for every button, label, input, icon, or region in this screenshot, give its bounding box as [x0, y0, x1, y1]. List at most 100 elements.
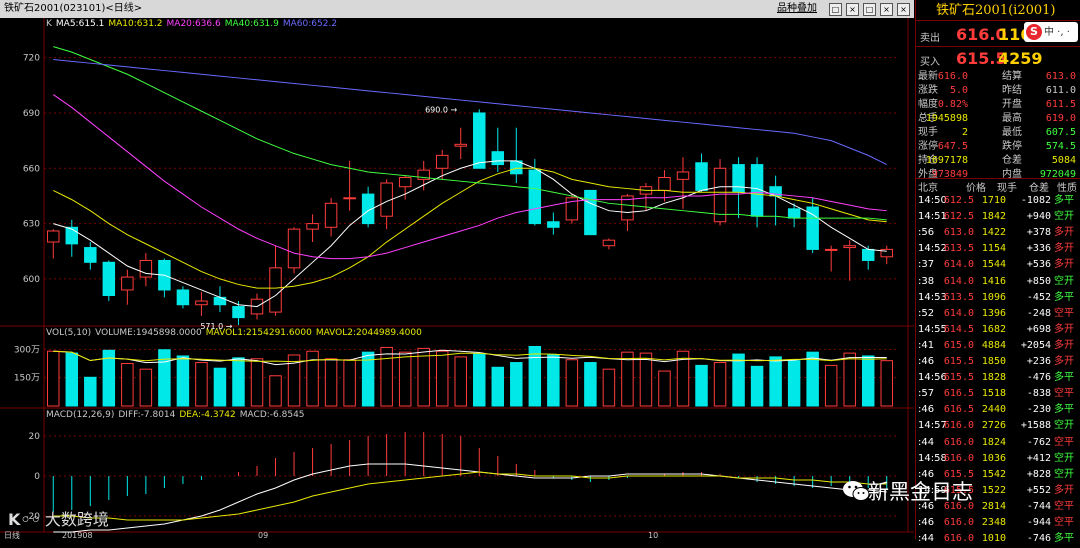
- candle-body[interactable]: [398, 177, 412, 188]
- date-tick-label: 10: [648, 531, 658, 539]
- tick-time: :41: [918, 339, 935, 351]
- candle-body[interactable]: [343, 197, 356, 200]
- volume-bar: [621, 351, 634, 407]
- stat-label: 仓差: [1002, 155, 1022, 166]
- volume-bar: [417, 347, 430, 407]
- watermark-left-logo-icon: K◦◦: [8, 510, 41, 529]
- tick-header-price: 价格: [966, 183, 986, 194]
- tick-row: :56 613.0 1422 +378 多开: [916, 225, 1080, 242]
- tick-volume: 1010: [981, 533, 1006, 545]
- candle-body[interactable]: [861, 248, 875, 261]
- candle-body[interactable]: [806, 206, 819, 250]
- tick-oi-change: +828: [1026, 468, 1051, 480]
- stat-value: 1945898: [925, 113, 968, 124]
- stat-label: 现手: [918, 127, 938, 138]
- tick-nature: 多平: [1054, 195, 1074, 206]
- tick-price: 612.5: [943, 195, 974, 206]
- candle-body[interactable]: [102, 261, 116, 296]
- volume-tick-label: 300万: [14, 345, 40, 355]
- candle-body[interactable]: [454, 143, 467, 147]
- tick-price: 612.5: [943, 211, 974, 223]
- candle-body[interactable]: [324, 202, 338, 228]
- tick-oi-change: +536: [1026, 259, 1051, 271]
- volume-bar: [454, 356, 467, 407]
- tick-oi-change: -762: [1026, 436, 1051, 448]
- candle-body[interactable]: [676, 171, 690, 180]
- tick-time: 14:51: [918, 211, 947, 223]
- bid-label: 买入: [920, 57, 940, 68]
- tick-row: 14:53 613.5 1096 -452 多平: [916, 290, 1080, 307]
- tick-oi-change: +850: [1026, 275, 1051, 287]
- volume-bar: [435, 350, 449, 407]
- watermark-left-text: 大数跨境: [44, 510, 109, 529]
- tick-price: 613.5: [943, 291, 974, 303]
- candle-body[interactable]: [528, 169, 542, 225]
- stat-label: 最高: [1002, 113, 1022, 124]
- candle-body[interactable]: [787, 208, 801, 219]
- stat-value: 611.5: [1045, 99, 1076, 110]
- candle-body[interactable]: [602, 239, 616, 247]
- candle-body[interactable]: [435, 154, 449, 169]
- tick-oi-change: +552: [1026, 484, 1051, 496]
- volume-bar: [84, 376, 97, 407]
- candle-body[interactable]: [584, 189, 597, 236]
- candle-body[interactable]: [732, 164, 745, 193]
- stat-value: 574.5: [1045, 141, 1076, 152]
- candle-body[interactable]: [547, 221, 560, 228]
- tick-price: 613.0: [943, 227, 974, 239]
- tick-price: 614.5: [943, 323, 974, 335]
- candle-body[interactable]: [121, 276, 134, 291]
- tick-oi-change: -744: [1026, 500, 1051, 512]
- tick-time: :56: [918, 227, 935, 239]
- candle-body[interactable]: [843, 245, 856, 249]
- candle-body[interactable]: [491, 151, 505, 166]
- chart-area[interactable]: 铁矿石2001(023101)<日线> 品种叠加 □ × □ × × K MA5:…: [0, 0, 914, 539]
- tick-oi-change: +940: [1026, 211, 1051, 223]
- tick-volume: 1542: [981, 468, 1006, 480]
- volume-bar: [250, 358, 264, 407]
- tick-time: :46: [918, 356, 935, 367]
- tick-row: :44 616.0 1824 -762 空平: [916, 435, 1080, 452]
- candle-body[interactable]: [473, 112, 486, 169]
- tick-price: 616.0: [943, 420, 974, 432]
- volume-bar: [824, 364, 838, 407]
- candle-body[interactable]: [269, 267, 282, 313]
- candle-body[interactable]: [824, 248, 838, 251]
- tick-nature: 多开: [1054, 323, 1074, 335]
- tick-oi-change: -838: [1026, 388, 1051, 400]
- tick-row: 14:57 616.0 2726 +1588 空开: [916, 418, 1080, 435]
- candle-body[interactable]: [695, 162, 708, 191]
- candle-body[interactable]: [658, 177, 671, 191]
- ime-badge[interactable]: S中 ·, ·: [1024, 22, 1078, 42]
- volume-bar: [732, 353, 745, 407]
- candle-body[interactable]: [65, 226, 79, 245]
- tick-volume: 1842: [981, 211, 1006, 223]
- tick-row: 14:52 613.5 1154 +336 多开: [916, 241, 1080, 258]
- tick-time: :38: [918, 275, 935, 287]
- candle-body[interactable]: [287, 228, 301, 269]
- volume-bar: [343, 359, 356, 407]
- tick-oi-change: +2054: [1020, 339, 1051, 351]
- candle-body[interactable]: [306, 223, 319, 230]
- tick-nature: 空平: [1054, 388, 1074, 400]
- volume-bar: [528, 346, 542, 407]
- tick-volume: 1036: [981, 452, 1006, 464]
- kline-chart[interactable]: 690.0 → 571.0 → 720 690 660 630 600 300万 150万 20…: [0, 0, 914, 539]
- stat-label: 开盘: [1002, 99, 1022, 110]
- candle-body[interactable]: [195, 300, 208, 306]
- bid-volume: 4259: [998, 49, 1043, 68]
- tick-price: 613.5: [943, 243, 974, 255]
- candle-body[interactable]: [139, 259, 153, 278]
- tick-volume: 2814: [981, 500, 1006, 512]
- candle-body[interactable]: [47, 230, 60, 243]
- macd-diff-line: [53, 463, 887, 533]
- macd-tick-label: 20: [29, 432, 41, 442]
- candle-body[interactable]: [84, 247, 97, 263]
- stat-label: 涨停: [918, 141, 938, 152]
- wechat-icon: [843, 481, 870, 501]
- candle-body[interactable]: [232, 306, 245, 319]
- volume-bar: [232, 357, 245, 407]
- stat-value: 611.0: [1045, 85, 1076, 96]
- tick-oi-change: +236: [1026, 356, 1051, 367]
- candle-body[interactable]: [176, 289, 190, 306]
